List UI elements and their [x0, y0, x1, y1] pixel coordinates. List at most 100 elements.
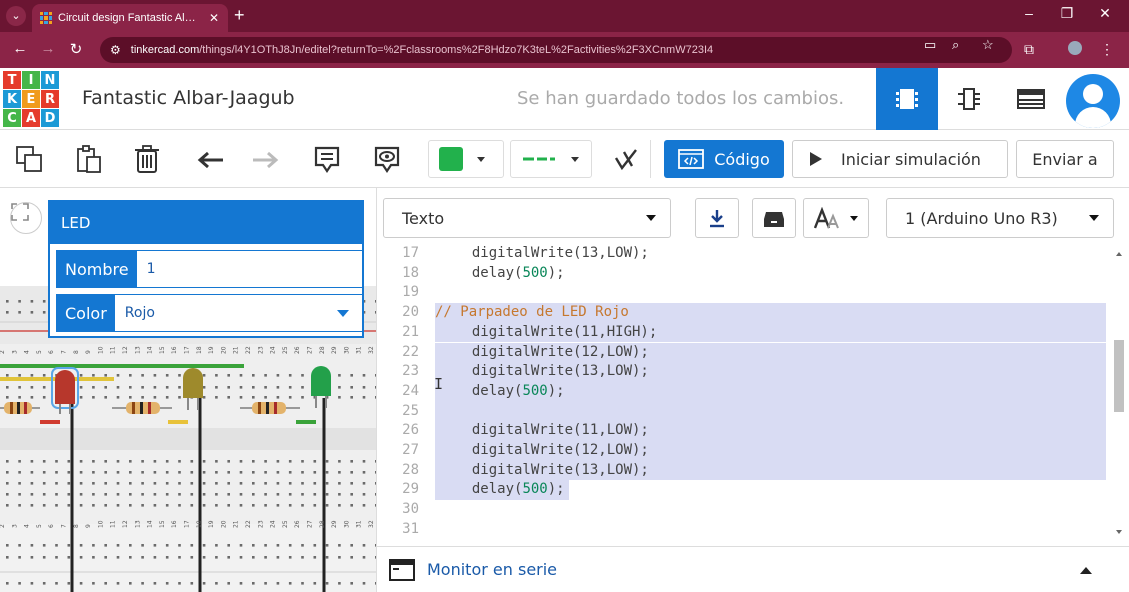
- redo-icon[interactable]: [250, 144, 280, 174]
- logo-letter: R: [41, 90, 59, 108]
- fit-view-button[interactable]: [10, 202, 42, 234]
- code-line[interactable]: 17 digitalWrite(13,LOW);: [377, 244, 1114, 264]
- zoom-icon[interactable]: ⌕: [952, 37, 959, 53]
- line-code: digitalWrite(12,LOW);: [455, 343, 649, 360]
- tinkercad-logo[interactable]: T I N K E R C A D: [3, 71, 59, 127]
- code-line[interactable]: 30: [377, 500, 1114, 520]
- line-number: 18: [402, 264, 419, 281]
- svg-text:15: 15: [159, 346, 166, 354]
- code-line[interactable]: 21 digitalWrite(11,HIGH);: [377, 323, 1114, 343]
- chevron-up-icon[interactable]: [1080, 567, 1092, 574]
- tab-close-icon[interactable]: ✕: [206, 11, 222, 25]
- minimize-button[interactable]: –: [1014, 5, 1044, 21]
- code-line[interactable]: 20 // Parpadeo de LED Rojo: [377, 303, 1114, 323]
- name-input[interactable]: 1: [137, 261, 363, 277]
- download-code-button[interactable]: [695, 198, 739, 238]
- schematic-view-button[interactable]: [938, 68, 1000, 130]
- editor-scrollbar[interactable]: [1111, 244, 1127, 544]
- editor-toolbar: Código Iniciar simulación Enviar a: [0, 130, 1129, 188]
- chevron-down-icon: [571, 156, 579, 162]
- line-number: 31: [402, 520, 419, 537]
- restore-button[interactable]: ❐: [1052, 5, 1082, 22]
- window-close-button[interactable]: ✕: [1090, 5, 1120, 22]
- logo-letter: A: [22, 109, 40, 127]
- code-panel: Texto 1 (Arduino Uno R3) 17 digitalWrite…: [376, 188, 1129, 592]
- project-title[interactable]: Fantastic Albar-Jaagub: [82, 87, 295, 109]
- code-line[interactable]: 25: [377, 402, 1114, 422]
- forward-arrow-icon[interactable]: →: [38, 40, 58, 57]
- code-button[interactable]: Código: [664, 140, 784, 178]
- note-comment-icon[interactable]: [312, 144, 342, 174]
- cast-icon[interactable]: ▭: [924, 37, 936, 53]
- line-number: 28: [402, 461, 419, 478]
- line-code: digitalWrite(13,LOW);: [455, 363, 649, 380]
- scrollbar-thumb[interactable]: [1114, 340, 1124, 412]
- text-cursor-icon: I: [434, 375, 444, 393]
- svg-text:2: 2: [0, 350, 6, 354]
- code-line[interactable]: 22 digitalWrite(12,LOW);: [377, 343, 1114, 363]
- user-avatar[interactable]: [1066, 74, 1120, 128]
- line-number: 26: [402, 422, 419, 439]
- line-code: delay(500);: [455, 264, 565, 281]
- svg-text:8: 8: [73, 524, 80, 528]
- code-line[interactable]: 31: [377, 520, 1114, 540]
- color-select[interactable]: Rojo: [115, 305, 337, 321]
- line-number: 29: [402, 481, 419, 498]
- tab-search-icon[interactable]: ⌄: [6, 6, 26, 26]
- chevron-down-icon: [337, 309, 349, 317]
- code-line[interactable]: 28 digitalWrite(13,LOW);: [377, 461, 1114, 481]
- list-table-icon: [1017, 89, 1045, 109]
- serial-monitor-bar[interactable]: Monitor en serie: [377, 546, 1129, 592]
- start-simulation-button[interactable]: Iniciar simulación: [792, 140, 1008, 178]
- new-tab-button[interactable]: +: [234, 6, 245, 24]
- code-editor[interactable]: 17 digitalWrite(13,LOW); 18 delay(500); 19…: [377, 244, 1114, 544]
- browser-profile-avatar[interactable]: [1068, 41, 1082, 55]
- line-code: digitalWrite(13,LOW);: [455, 245, 649, 261]
- wire-type-picker[interactable]: [510, 140, 592, 178]
- chrome-menu-icon[interactable]: ⋮: [1100, 41, 1114, 58]
- svg-text:5: 5: [36, 350, 43, 354]
- code-line[interactable]: 19: [377, 283, 1114, 303]
- code-line[interactable]: 26 digitalWrite(11,LOW);: [377, 421, 1114, 441]
- line-number: 22: [402, 343, 419, 360]
- flip-mirror-icon[interactable]: [612, 144, 642, 174]
- code-line[interactable]: 27 digitalWrite(12,LOW);: [377, 441, 1114, 461]
- svg-text:4: 4: [24, 524, 31, 528]
- send-to-button[interactable]: Enviar a: [1016, 140, 1114, 178]
- name-field-row[interactable]: Nombre 1: [56, 250, 364, 288]
- svg-text:20: 20: [220, 520, 227, 528]
- component-list-button[interactable]: [1000, 68, 1062, 130]
- svg-text:20: 20: [220, 346, 227, 354]
- bookmark-star-icon[interactable]: ☆: [982, 37, 994, 53]
- svg-text:6: 6: [48, 350, 55, 354]
- reload-icon[interactable]: ↻: [66, 40, 86, 58]
- board-select[interactable]: 1 (Arduino Uno R3): [886, 198, 1114, 238]
- svg-text:12: 12: [122, 520, 129, 528]
- back-arrow-icon[interactable]: ←: [10, 40, 30, 57]
- extensions-icon[interactable]: ⧉: [1024, 41, 1034, 58]
- copy-icon[interactable]: [14, 144, 44, 174]
- paste-icon[interactable]: [74, 144, 104, 174]
- url-bar[interactable]: ⚙ tinkercad.com /things/l4Y1OThJ8Jn/edit…: [100, 37, 1012, 63]
- code-line[interactable]: 18 delay(500);: [377, 264, 1114, 284]
- browser-tab[interactable]: Circuit design Fantastic Albar-Ja ✕: [32, 4, 228, 32]
- component-color-picker[interactable]: [428, 140, 504, 178]
- site-info-icon[interactable]: ⚙: [110, 43, 121, 57]
- color-field-row[interactable]: Color Rojo: [56, 294, 364, 332]
- svg-text:3: 3: [11, 350, 18, 354]
- code-mode-select[interactable]: Texto: [383, 198, 671, 238]
- font-size-button[interactable]: [803, 198, 869, 238]
- line-number: 19: [402, 284, 419, 301]
- delete-trash-icon[interactable]: [132, 144, 162, 174]
- code-line[interactable]: 29 delay(500);: [377, 480, 1114, 500]
- svg-text:26: 26: [294, 346, 301, 354]
- undo-icon[interactable]: [196, 144, 226, 174]
- circuit-view-button[interactable]: [876, 68, 938, 130]
- libraries-button[interactable]: [752, 198, 796, 238]
- svg-text:16: 16: [171, 520, 178, 528]
- fit-view-icon: [11, 203, 29, 221]
- code-button-label: Código: [714, 149, 770, 169]
- code-line[interactable]: 23 digitalWrite(13,LOW);: [377, 362, 1114, 382]
- notes-visibility-icon[interactable]: [372, 144, 402, 174]
- code-line[interactable]: 24 delay(500);: [377, 382, 1114, 402]
